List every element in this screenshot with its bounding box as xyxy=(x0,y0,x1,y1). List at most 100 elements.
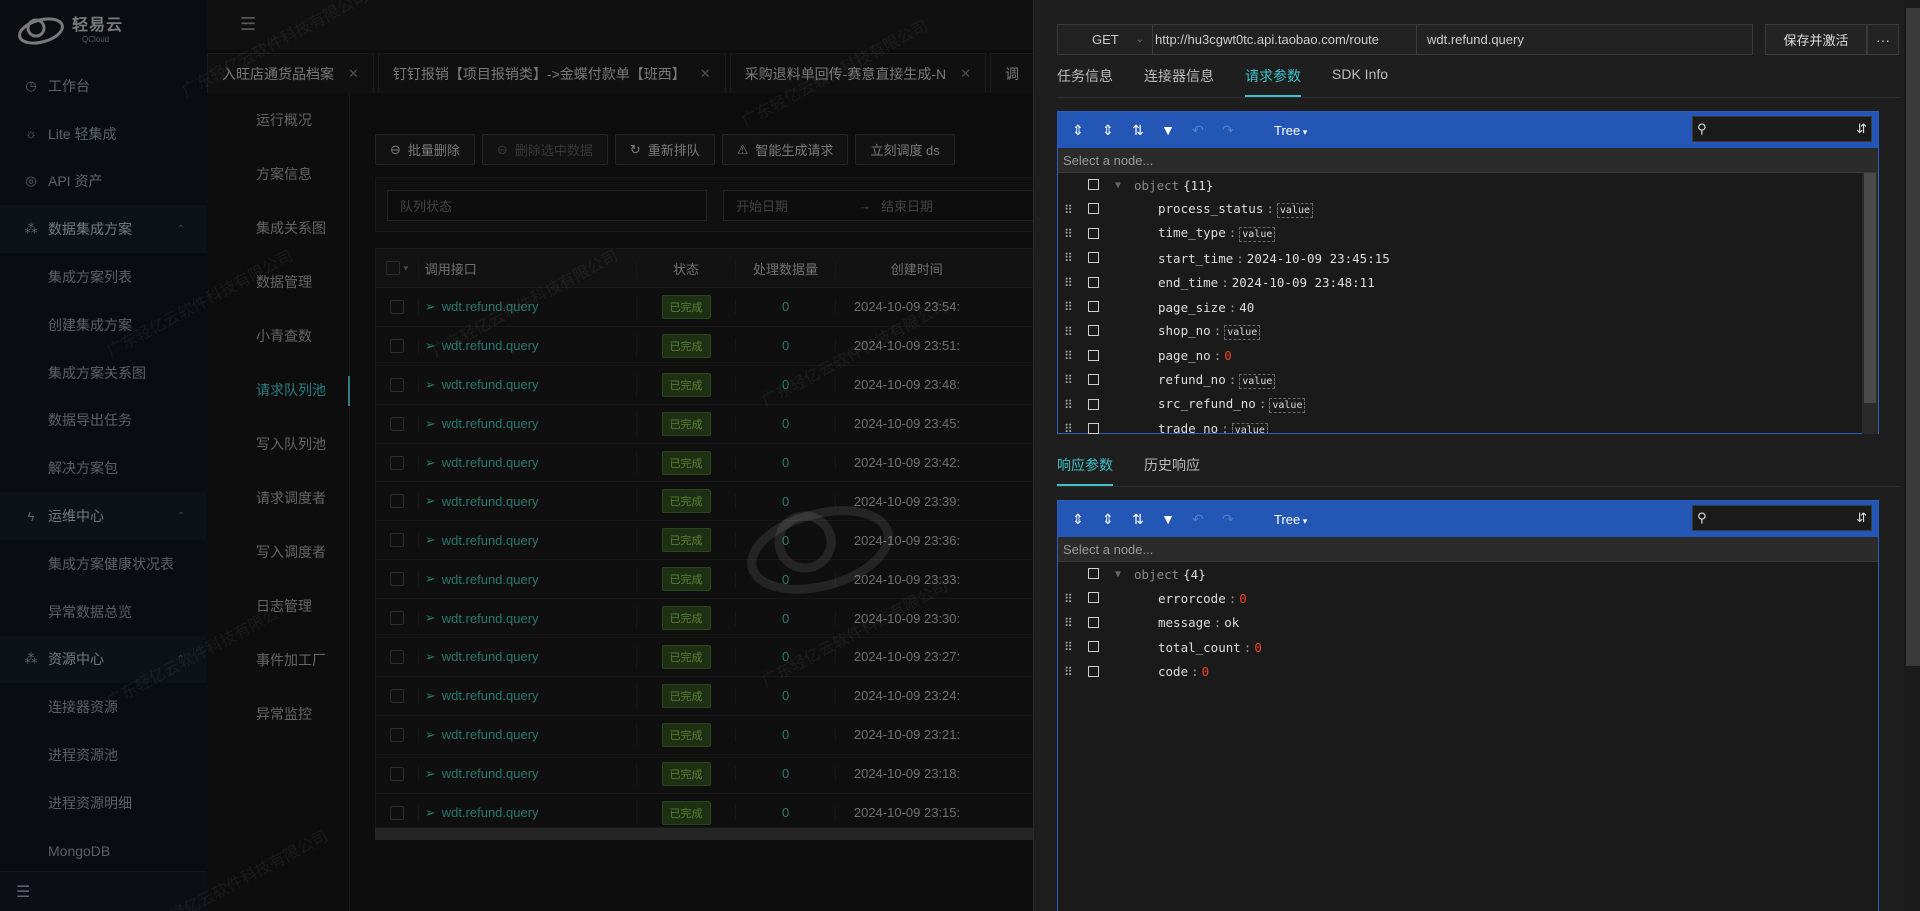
redo-icon[interactable]: ↷ xyxy=(1216,118,1240,142)
node-navigation[interactable]: Select a node... xyxy=(1058,537,1878,562)
tree-key[interactable]: total_count xyxy=(1158,640,1241,655)
tab-active[interactable]: 响应参数 xyxy=(1057,455,1113,486)
tree-search[interactable]: ⚲ ⇵ xyxy=(1692,505,1872,531)
tree-row[interactable]: ⠿ code:0 xyxy=(1058,660,1878,684)
drag-handle-icon[interactable]: ⠿ xyxy=(1064,325,1073,339)
tree-value[interactable]: 40 xyxy=(1239,300,1254,315)
tree-value[interactable]: value xyxy=(1276,203,1313,219)
expand-toggle-icon[interactable]: ▼ xyxy=(1115,180,1121,191)
context-menu-icon[interactable] xyxy=(1088,592,1099,604)
drag-handle-icon[interactable]: ⠿ xyxy=(1064,422,1073,434)
tree-key[interactable]: src_refund_no xyxy=(1158,396,1256,411)
drag-handle-icon[interactable]: ⠿ xyxy=(1064,227,1073,241)
tree-scrollbar-thumb[interactable] xyxy=(1864,173,1876,403)
tree-value[interactable]: value xyxy=(1269,398,1306,414)
drag-handle-icon[interactable]: ⠿ xyxy=(1064,398,1073,412)
collapse-all-icon[interactable]: ⇕ xyxy=(1096,118,1120,142)
context-menu-icon[interactable] xyxy=(1088,641,1099,653)
tree-value[interactable]: value xyxy=(1239,373,1276,389)
context-menu-icon[interactable] xyxy=(1088,179,1099,190)
context-menu-icon[interactable] xyxy=(1088,374,1099,386)
drag-handle-icon[interactable]: ⠿ xyxy=(1064,300,1073,314)
tree-key[interactable]: shop_no xyxy=(1158,323,1211,338)
tab-item[interactable]: 任务信息 xyxy=(1057,66,1113,97)
redo-icon[interactable]: ↷ xyxy=(1216,507,1240,531)
tree-key[interactable]: end_time xyxy=(1158,275,1218,290)
tree-row[interactable]: ⠿ start_time:2024-10-09 23:45:15 xyxy=(1058,246,1878,270)
tree-key[interactable]: refund_no xyxy=(1158,372,1226,387)
tree-value[interactable]: 2024-10-09 23:45:15 xyxy=(1247,251,1390,266)
tree-value[interactable]: 0 xyxy=(1254,640,1262,655)
context-menu-icon[interactable] xyxy=(1088,325,1099,337)
tree-row[interactable]: ⠿ total_count:0 xyxy=(1058,635,1878,659)
tree-row[interactable]: ⠿ time_type: value xyxy=(1058,222,1878,246)
drag-handle-icon[interactable]: ⠿ xyxy=(1064,203,1073,217)
drag-handle-icon[interactable]: ⠿ xyxy=(1064,276,1073,290)
drag-handle-icon[interactable]: ⠿ xyxy=(1064,665,1073,679)
sort-icon[interactable]: ⇅ xyxy=(1126,507,1150,531)
tree-row[interactable]: ⠿ shop_no: value xyxy=(1058,319,1878,343)
sort-icon[interactable]: ⇅ xyxy=(1126,118,1150,142)
tree-search[interactable]: ⚲ ⇵ xyxy=(1692,116,1872,142)
undo-icon[interactable]: ↶ xyxy=(1186,118,1210,142)
tree-row[interactable]: ⠿ refund_no: value xyxy=(1058,368,1878,392)
filter-icon[interactable]: ▼ xyxy=(1156,507,1180,531)
filter-icon[interactable]: ▼ xyxy=(1156,118,1180,142)
search-arrows-icon[interactable]: ⇵ xyxy=(1856,510,1867,526)
drawer-scrollbar-thumb[interactable] xyxy=(1906,8,1920,666)
search-arrows-icon[interactable]: ⇵ xyxy=(1856,121,1867,137)
context-menu-icon[interactable] xyxy=(1088,349,1099,361)
tree-row[interactable]: ⠿ trade_no: value xyxy=(1058,417,1878,434)
tree-row[interactable]: ⠿ errorcode:0 xyxy=(1058,586,1878,610)
expand-toggle-icon[interactable]: ▼ xyxy=(1115,569,1121,580)
tree-value[interactable]: value xyxy=(1224,325,1261,341)
context-menu-icon[interactable] xyxy=(1088,300,1099,312)
collapse-all-icon[interactable]: ⇕ xyxy=(1096,507,1120,531)
drag-handle-icon[interactable]: ⠿ xyxy=(1064,349,1073,363)
tree-row[interactable]: ⠿ src_refund_no: value xyxy=(1058,393,1878,417)
context-menu-icon[interactable] xyxy=(1088,665,1099,677)
api-name-input[interactable]: wdt.refund.query xyxy=(1417,24,1753,55)
context-menu-icon[interactable] xyxy=(1088,252,1099,264)
tree-value[interactable]: 0 xyxy=(1224,348,1232,363)
context-menu-icon[interactable] xyxy=(1088,398,1099,410)
tab-item[interactable]: 连接器信息 xyxy=(1144,66,1214,97)
tree-key[interactable]: page_no xyxy=(1158,348,1211,363)
save-activate-button[interactable]: 保存并激活 xyxy=(1765,24,1867,55)
context-menu-icon[interactable] xyxy=(1088,276,1099,288)
mode-select[interactable]: Tree ▾ xyxy=(1274,512,1307,527)
tree-row[interactable]: ⠿ message: ok xyxy=(1058,611,1878,635)
tree-value[interactable]: 0 xyxy=(1202,664,1210,679)
context-menu-icon[interactable] xyxy=(1088,568,1099,579)
tree-row[interactable]: ⠿ end_time:2024-10-09 23:48:11 xyxy=(1058,271,1878,295)
mode-select[interactable]: Tree ▾ xyxy=(1274,123,1307,138)
http-method-select[interactable]: GET ⌄ xyxy=(1057,24,1153,55)
tree-key[interactable]: message xyxy=(1158,615,1211,630)
tree-value[interactable]: 0 xyxy=(1239,591,1247,606)
tree-scrollbar[interactable] xyxy=(1862,173,1878,434)
context-menu-icon[interactable] xyxy=(1088,203,1099,215)
drag-handle-icon[interactable]: ⠿ xyxy=(1064,616,1073,630)
tree-key[interactable]: page_size xyxy=(1158,300,1226,315)
drag-handle-icon[interactable]: ⠿ xyxy=(1064,592,1073,606)
node-navigation[interactable]: Select a node... xyxy=(1058,148,1878,173)
expand-all-icon[interactable]: ⇕ xyxy=(1066,507,1090,531)
tree-row[interactable]: ▼ object {11} xyxy=(1058,173,1878,197)
tree-row[interactable]: ▼ object {4} xyxy=(1058,562,1878,586)
context-menu-icon[interactable] xyxy=(1088,616,1099,628)
tree-row[interactable]: ⠿ page_size:40 xyxy=(1058,295,1878,319)
tree-key[interactable]: code xyxy=(1158,664,1188,679)
tree-value[interactable]: 2024-10-09 23:48:11 xyxy=(1232,275,1375,290)
tree-value[interactable]: value xyxy=(1239,227,1276,243)
tree-key[interactable]: time_type xyxy=(1158,225,1226,240)
tab-item[interactable]: SDK Info xyxy=(1332,66,1388,97)
tab-active[interactable]: 请求参数 xyxy=(1245,66,1301,97)
context-menu-icon[interactable] xyxy=(1088,422,1099,434)
tree-key[interactable]: trade_no xyxy=(1158,421,1218,434)
more-button[interactable]: ··· xyxy=(1867,24,1899,55)
tree-key[interactable]: process_status xyxy=(1158,201,1263,216)
context-menu-icon[interactable] xyxy=(1088,227,1099,239)
drag-handle-icon[interactable]: ⠿ xyxy=(1064,373,1073,387)
drag-handle-icon[interactable]: ⠿ xyxy=(1064,640,1073,654)
drag-handle-icon[interactable]: ⠿ xyxy=(1064,251,1073,265)
